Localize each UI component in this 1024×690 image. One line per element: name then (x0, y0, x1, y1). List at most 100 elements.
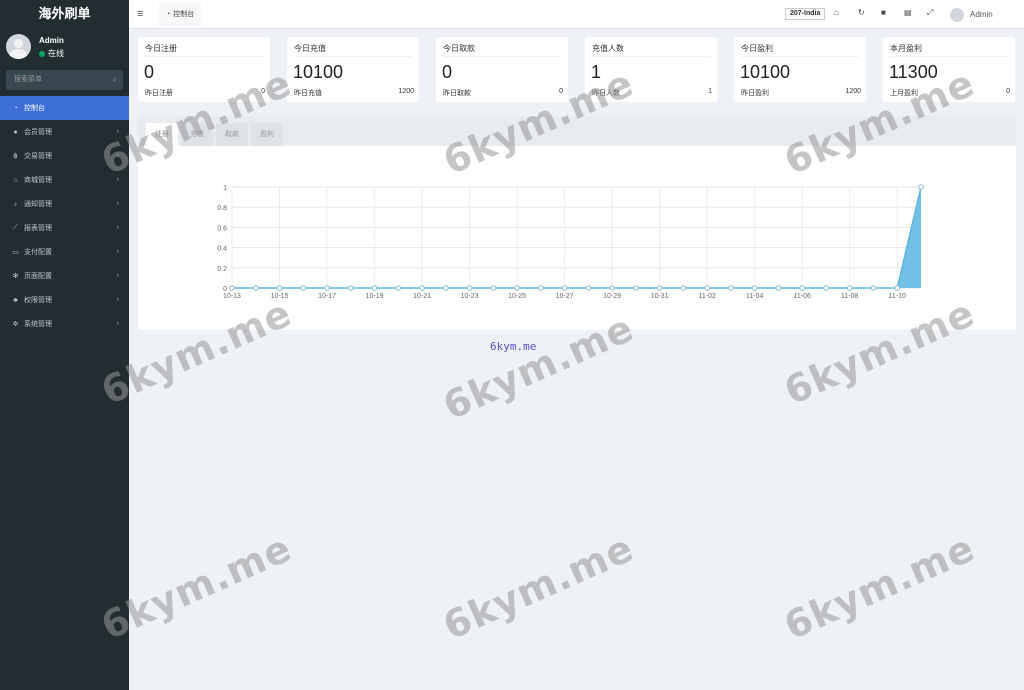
y-tick-label: 0.4 (217, 246, 227, 253)
avatar (6, 34, 31, 59)
brand-title: 海外刷单 (0, 0, 129, 28)
stat-sub-value: 1 (708, 88, 712, 95)
data-point (656, 285, 663, 291)
data-point (561, 285, 568, 291)
data-point (371, 285, 378, 291)
dashboard-icon: ◔ (13, 104, 18, 112)
stat-sub-label: 昨日充值 (294, 90, 322, 97)
series-line (232, 186, 922, 289)
topbar-user-name[interactable]: Admin (970, 10, 993, 19)
sidebar-item[interactable]: ♣ 权限管理 ‹ (0, 288, 129, 312)
x-tick-label: 10-13 (223, 293, 241, 300)
stat-title: 今日注册 (145, 44, 177, 53)
data-point (229, 285, 235, 291)
tab-dashboard-label: 控制台 (173, 11, 195, 18)
search-icon[interactable]: ⌕ (113, 70, 117, 90)
y-tick-label: 0.6 (217, 225, 227, 232)
data-point (728, 285, 734, 291)
chevron-left-icon: ‹ (116, 200, 119, 207)
data-point (466, 285, 473, 291)
x-tick-label: 10-19 (366, 293, 384, 300)
server-selector[interactable]: 207-India (785, 8, 826, 20)
data-point (870, 285, 877, 291)
data-point (704, 285, 710, 291)
x-tick-label: 10-17 (318, 293, 336, 300)
tab-dashboard[interactable]: ◔ 控制台 (159, 3, 202, 26)
stat-title: 今日取款 (443, 44, 475, 53)
data-point (680, 285, 687, 291)
cogs-icon: ✲ (12, 321, 19, 328)
data-point (585, 285, 592, 291)
divider (443, 56, 561, 57)
data-point (609, 285, 615, 291)
x-tick-label: 10-27 (556, 293, 574, 300)
data-point (490, 285, 497, 291)
stat-card: 今日充值 10100 昨日充值 1200 (287, 37, 419, 102)
sidebar-item[interactable]: ◔ 控制台 (0, 96, 129, 120)
stat-sub-value: 0 (1006, 88, 1010, 95)
stat-value: 10100 (293, 62, 344, 82)
sidebar-item[interactable]: ✻ 页面配置 ‹ (0, 264, 129, 288)
x-tick-label: 11-08 (841, 293, 858, 300)
sidebar-search-input[interactable]: 搜索菜单 ⌕ (6, 70, 123, 90)
users-icon: ♣ (13, 296, 18, 304)
watermark: 6kym.me (436, 525, 641, 649)
divider (294, 56, 412, 57)
sidebar-item-label: 交易管理 (24, 153, 52, 160)
stat-title: 本月盈利 (890, 44, 922, 53)
divider (890, 56, 1008, 57)
user-status-label: 在线 (48, 49, 64, 58)
data-point (633, 285, 639, 291)
data-point (324, 285, 330, 291)
y-tick-label: 0 (223, 286, 227, 293)
sidebar-item-label: 报表管理 (24, 225, 52, 232)
y-tick-label: 1 (223, 185, 227, 192)
gear-icon: ✻ (12, 273, 19, 280)
stat-card: 今日盈利 10100 昨日盈利 1200 (734, 37, 866, 102)
sidebar-item[interactable]: ⟋ 报表管理 ‹ (0, 216, 129, 240)
line-chart-icon: ⟋ (13, 224, 18, 231)
bitcoin-icon: ฿ (13, 153, 18, 160)
series-area (232, 187, 921, 288)
user-status: 在线 (39, 48, 64, 59)
chevron-left-icon: ‹ (116, 224, 119, 231)
x-tick-label: 11-10 (889, 293, 906, 300)
language-icon[interactable]: ▤ (904, 8, 912, 17)
divider (592, 56, 710, 57)
data-point (300, 285, 307, 291)
stat-value: 0 (144, 62, 155, 82)
sidebar: 海外刷单 Admin 在线 搜索菜单 ⌕ ◔ 控制台 ● 会员管理 ‹ ฿ 交易管理 ‹ ⌂ 商城… (0, 0, 129, 690)
refresh-icon[interactable]: ↻ (858, 8, 865, 17)
search-placeholder: 搜索菜单 (14, 76, 42, 83)
menu-toggle-icon[interactable]: ≡ (137, 8, 143, 20)
chevron-left-icon: ‹ (116, 272, 119, 279)
user-panel: Admin 在线 (0, 28, 129, 66)
home-icon[interactable]: ⌂ (834, 8, 839, 17)
sidebar-menu: ◔ 控制台 ● 会员管理 ‹ ฿ 交易管理 ‹ ⌂ 商城管理 ‹ ♪ 通知管理 ‹ ⟋ 报表管理 ‹ ▭ 支付配置 ‹… (0, 96, 129, 336)
sidebar-item-label: 系统管理 (24, 321, 52, 328)
fullscreen-icon[interactable]: ⤢ (927, 8, 933, 18)
sidebar-item-label: 页面配置 (24, 273, 52, 280)
x-tick-label: 11-02 (698, 293, 715, 300)
data-point (918, 184, 924, 190)
data-point (775, 285, 782, 291)
dashboard-icon: ◔ (166, 11, 171, 18)
sidebar-item[interactable]: ▭ 支付配置 ‹ (0, 240, 129, 264)
sidebar-item-label: 权限管理 (24, 297, 52, 304)
x-tick-label: 10-23 (461, 293, 479, 300)
topbar-avatar[interactable] (950, 8, 964, 22)
data-point (751, 285, 758, 291)
chevron-left-icon: ‹ (116, 296, 119, 303)
y-tick-label: 0.2 (217, 266, 227, 273)
user-circle-icon: ● (13, 128, 18, 136)
sidebar-item[interactable]: ♪ 通知管理 ‹ (0, 192, 129, 216)
sidebar-item-label: 商城管理 (24, 177, 52, 184)
data-point (252, 285, 259, 291)
chart-tab-profit[interactable]: 盈利 (251, 123, 283, 146)
sidebar-item[interactable]: ✲ 系统管理 ‹ (0, 312, 129, 336)
x-tick-label: 10-25 (508, 293, 526, 300)
stat-value: 10100 (740, 62, 791, 82)
trash-icon[interactable]: ■ (881, 8, 886, 17)
credit-card-icon: ▭ (12, 249, 19, 256)
stat-title: 今日充值 (294, 44, 326, 53)
